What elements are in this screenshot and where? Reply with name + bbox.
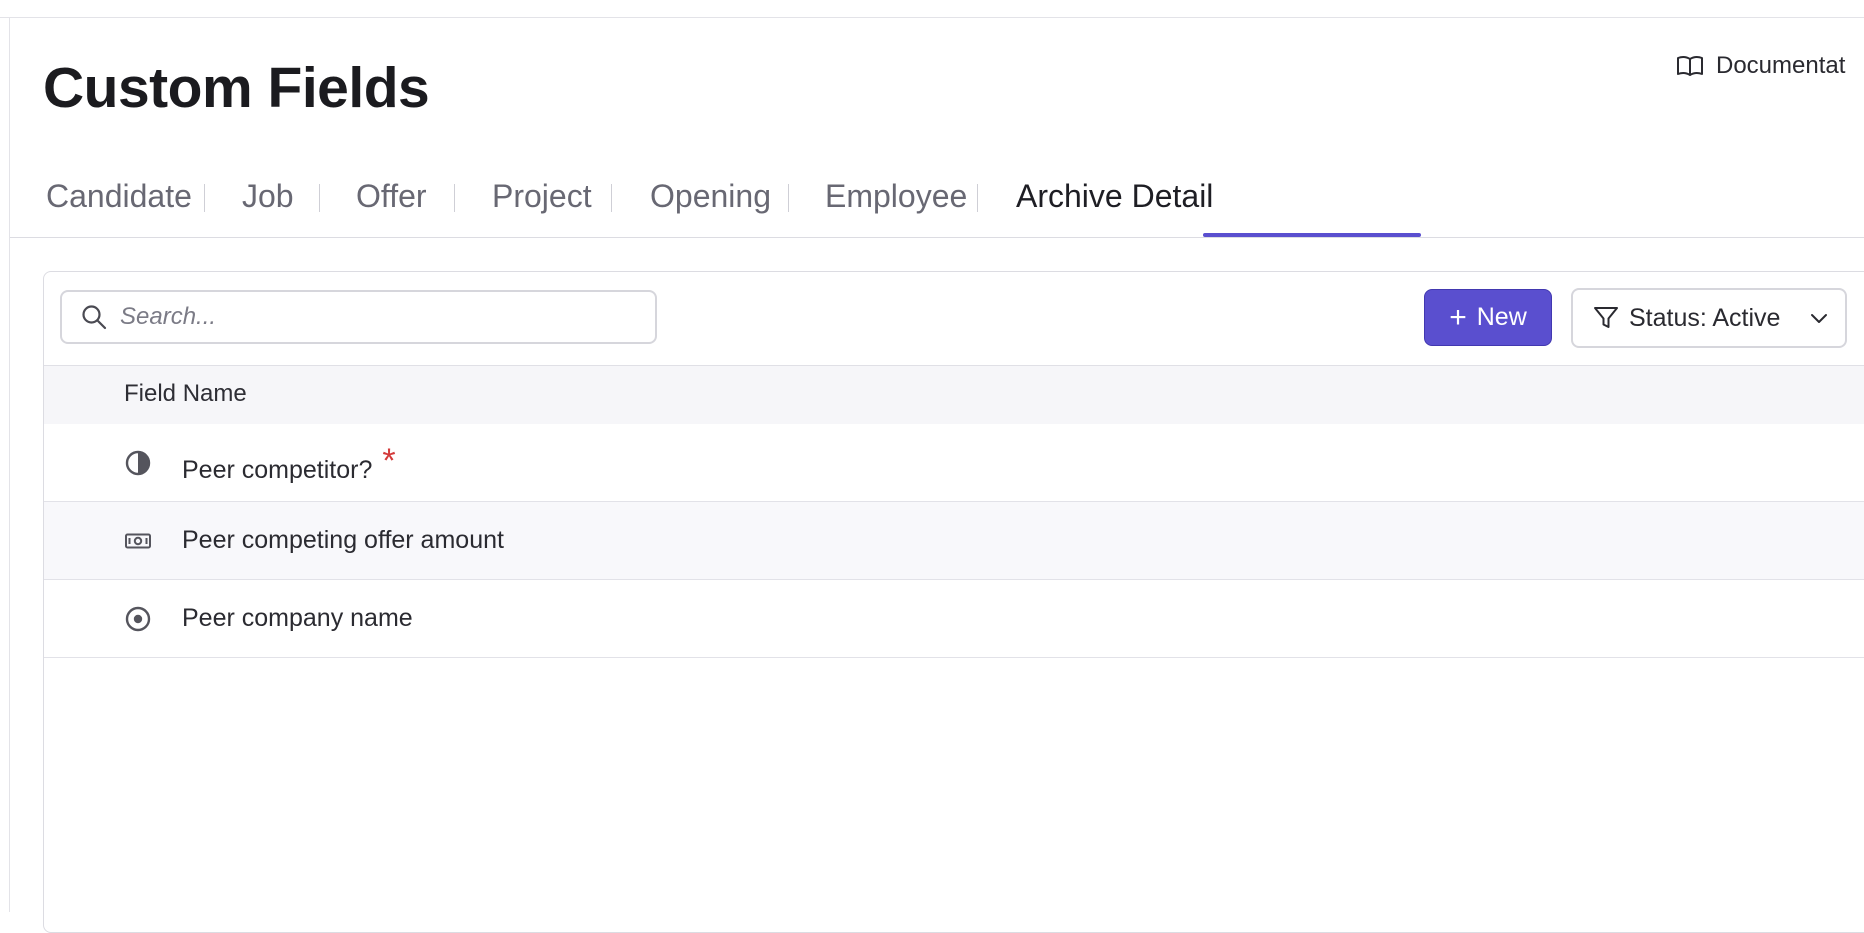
active-tab-indicator — [1203, 233, 1421, 237]
book-open-icon — [1677, 55, 1703, 76]
column-header-field-name[interactable]: Field Name — [124, 380, 247, 408]
left-rail — [0, 18, 10, 912]
currency-note-icon — [125, 533, 151, 549]
field-name: Peer company name — [182, 604, 413, 632]
tab-offer[interactable]: Offer — [356, 174, 427, 218]
status-filter-label: Status: Active — [1629, 303, 1781, 332]
search-icon — [82, 305, 107, 330]
plus-icon: + — [1449, 300, 1467, 334]
chevron-down-icon — [1811, 314, 1827, 323]
radio-dot-icon — [125, 606, 151, 632]
tab-bar: Candidate Job Offer Project Opening Empl… — [10, 160, 1864, 238]
documentation-label: Documentat — [1716, 52, 1846, 79]
filter-icon — [1594, 307, 1618, 328]
table-row[interactable]: Peer competing offer amount — [44, 502, 1864, 580]
search-box[interactable] — [60, 290, 657, 344]
tab-separator — [454, 184, 455, 212]
tab-archive-detail[interactable]: Archive Detail — [1016, 174, 1213, 218]
field-name-text: Peer competitor? — [182, 456, 373, 484]
documentation-link[interactable]: Documentat — [1676, 52, 1845, 80]
field-name: Peer competing offer amount — [182, 526, 504, 554]
tab-separator — [204, 184, 205, 212]
top-border — [0, 0, 1864, 18]
new-button-label: New — [1476, 303, 1527, 331]
tab-employee[interactable]: Employee — [825, 174, 967, 218]
tab-separator — [977, 184, 978, 212]
new-field-button[interactable]: + New — [1424, 289, 1552, 346]
status-filter-dropdown[interactable]: Status: Active — [1571, 288, 1847, 348]
table-row[interactable]: Peer competitor? * — [44, 424, 1864, 502]
page-title: Custom Fields — [43, 56, 430, 120]
tab-separator — [788, 184, 789, 212]
half-circle-icon — [125, 450, 151, 476]
search-input[interactable] — [118, 302, 642, 332]
tab-separator — [319, 184, 320, 212]
table-header: Field Name — [44, 365, 1864, 425]
tab-separator — [611, 184, 612, 212]
field-name: Peer competitor? * — [182, 442, 396, 487]
tab-opening[interactable]: Opening — [650, 174, 771, 218]
table-row[interactable]: Peer company name — [44, 580, 1864, 658]
tab-project[interactable]: Project — [492, 174, 592, 218]
tab-job[interactable]: Job — [242, 174, 294, 218]
tab-candidate[interactable]: Candidate — [46, 174, 192, 218]
required-marker: * — [382, 442, 396, 480]
